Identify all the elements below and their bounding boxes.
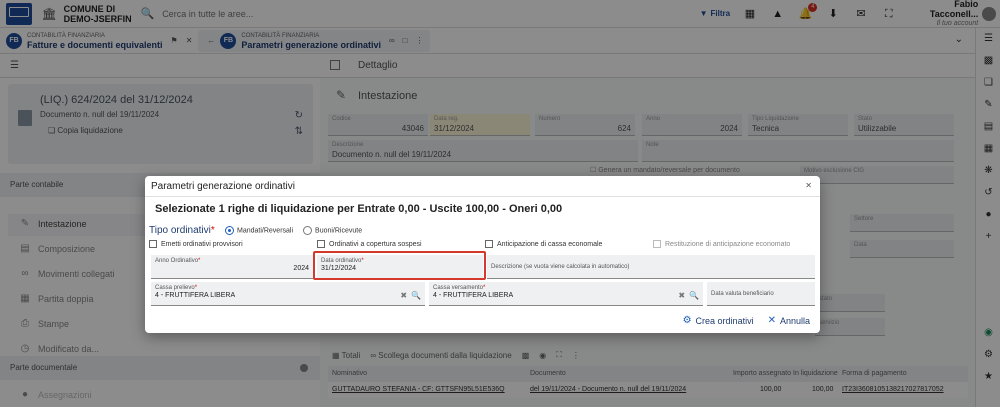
checkbox-label: Ordinativi a copertura sospesi [329,240,422,248]
cassa-versamento-field[interactable]: Cassa versamento* 4 - FRUTTIFERA LIBERA … [429,282,703,306]
checkbox-box[interactable] [317,240,325,248]
radio-mandati[interactable]: Mandati/Reversali [225,226,293,235]
clear-icon[interactable]: ✖ [678,291,685,300]
anticipazione-cassa-checkbox[interactable]: Anticipazione di cassa economale [485,240,602,248]
anno-ordinativo-value: 2024 [293,265,309,272]
checkbox-box[interactable] [149,240,157,248]
radio-label: Mandati/Reversali [237,227,294,235]
data-valuta-field[interactable]: Data valuta beneficiario [707,282,815,306]
button-label: Annulla [779,315,810,326]
checkbox-box[interactable] [485,240,493,248]
checkbox-label: Anticipazione di cassa economale [497,240,603,248]
restituzione-anticipazione-checkbox[interactable]: Restituzione di anticipazione economato [653,240,790,248]
button-label: Crea ordinativi [695,315,754,326]
field-label: Data valuta beneficiario [711,291,774,297]
radio-mandati-control[interactable] [225,226,234,235]
required-marker: * [198,258,201,264]
modal-title: Parametri generazione ordinativi [151,181,295,192]
clear-icon[interactable]: ✖ [400,291,407,300]
copertura-sospesi-checkbox[interactable]: Ordinativi a copertura sospesi [317,240,422,248]
selection-summary: Selezionate 1 righe di liquidazione per … [155,203,563,215]
field-label: Descrizione (se vuota viene calcolata in… [491,264,630,270]
cassa-versamento-value: 4 - FRUTTIFERA LIBERA [433,292,514,299]
cassa-prelievo-field[interactable]: Cassa prelievo* 4 - FRUTTIFERA LIBERA ✖ 🔍 [151,282,425,306]
required-marker: * [210,225,215,236]
search-icon[interactable]: 🔍 [689,291,699,300]
field-label-text: Anno Ordinativo [155,258,199,264]
close-icon[interactable]: ✕ [805,181,812,190]
radio-buoni-control[interactable] [303,226,313,235]
descrizione-field[interactable]: Descrizione (se vuota viene calcolata in… [487,255,815,279]
modal-actions: ⚙ Crea ordinativi ✕ Annulla [683,315,810,326]
cassa-prelievo-value: 4 - FRUTTIFERA LIBERA [155,292,236,299]
radio-buoni[interactable]: Buoni/Ricevute [303,226,362,235]
checkbox-box[interactable] [653,240,661,248]
field-label: Cassa versamento* [433,285,699,291]
divider [145,196,820,197]
close-icon: ✕ [767,315,776,326]
crea-ordinativi-button[interactable]: ⚙ Crea ordinativi [683,315,754,326]
field-label-text: Cassa prelievo [155,285,195,291]
tipo-ordinativi-label: Tipo ordinativi* [149,225,215,236]
anno-ordinativo-field[interactable]: Anno Ordinativo* 2024 [151,255,313,279]
tipo-label-text: Tipo ordinativi [149,225,211,236]
field-label: Cassa prelievo* [155,285,421,291]
emetti-provvisori-checkbox[interactable]: Emetti ordinativi provvisori [149,240,243,248]
annulla-button[interactable]: ✕ Annulla [768,315,810,326]
checkbox-label: Restituzione di anticipazione economato [665,240,791,248]
field-label: Anno Ordinativo* [155,258,309,264]
radio-label: Buoni/Ricevute [315,227,363,235]
tipo-ordinativi-radio-group: Mandati/Reversali Buoni/Ricevute [225,226,362,235]
data-ordinativo-highlight [313,251,486,280]
gear-icon: ⚙ [682,315,692,326]
required-marker: * [483,285,486,291]
search-icon[interactable]: 🔍 [411,291,421,300]
field-label-text: Cassa versamento [433,285,484,291]
required-marker: * [194,285,198,291]
checkbox-label: Emetti ordinativi provvisori [161,240,243,248]
